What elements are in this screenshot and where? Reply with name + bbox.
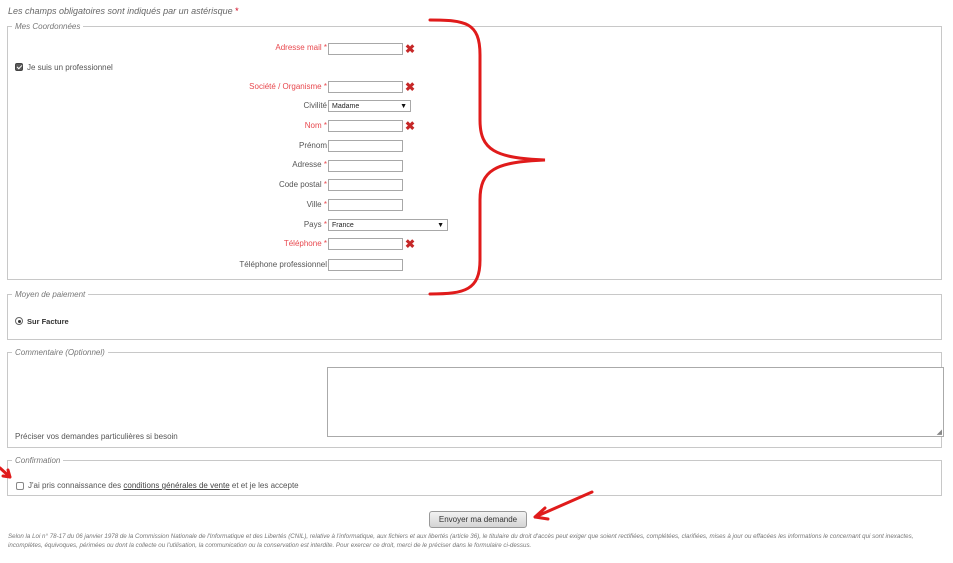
pro-checkbox-label: Je suis un professionnel: [27, 63, 113, 72]
fieldset-confirmation-legend: Confirmation: [15, 456, 61, 465]
company-error-x-mark-icon: ✖: [405, 80, 416, 94]
phone-error-x-mark-icon: ✖: [405, 237, 416, 251]
phone-pro-input[interactable]: [328, 259, 403, 271]
required-note-text: Les champs obligatoires sont indiqués pa…: [8, 6, 233, 16]
fieldset-confirmation: Confirmation: [7, 456, 942, 496]
cnil-legal-notice: Selon la Loi n° 78-17 du 06 janvier 1978…: [8, 533, 914, 549]
lastname-input[interactable]: [328, 120, 403, 132]
chevron-down-icon: ▼: [437, 222, 444, 229]
phone-input[interactable]: [328, 238, 403, 250]
resize-grip-icon[interactable]: ◢: [937, 428, 942, 436]
phone-label: Téléphone *: [283, 239, 327, 248]
email-error-x-mark-icon: ✖: [405, 42, 416, 56]
firstname-input[interactable]: [328, 140, 403, 152]
address-label: Adresse *: [292, 160, 327, 169]
firstname-label: Prénom: [298, 141, 327, 150]
lastname-label: Nom *: [304, 121, 327, 130]
civility-select-value: Madame: [332, 103, 360, 110]
phone-pro-label: Téléphone professionnel: [239, 260, 327, 269]
fieldset-payment: Moyen de paiement Sur Facture: [7, 290, 942, 340]
fieldset-coordinates-legend: Mes Coordonnées: [15, 22, 81, 31]
payment-invoice-radio[interactable]: [15, 317, 23, 325]
required-fields-note: Les champs obligatoires sont indiqués pa…: [8, 6, 239, 16]
pro-checkbox[interactable]: [15, 63, 23, 71]
chevron-down-icon: ▼: [400, 103, 407, 110]
required-note-star: *: [235, 6, 239, 16]
comment-hint: Préciser vos demandes particulières si b…: [15, 432, 178, 441]
comment-textarea[interactable]: ◢: [327, 367, 944, 437]
civility-select[interactable]: Madame ▼: [328, 100, 411, 112]
email-label: Adresse mail *: [275, 43, 327, 52]
city-input[interactable]: [328, 199, 403, 211]
fieldset-comment-legend: Commentaire (Optionnel): [15, 348, 105, 357]
country-select-value: France: [332, 222, 354, 229]
company-input[interactable]: [328, 81, 403, 93]
terms-text: J'ai pris connaissance des conditions gé…: [28, 481, 299, 490]
country-select[interactable]: France ▼: [328, 219, 448, 231]
terms-link[interactable]: conditions générales de vente: [123, 481, 229, 490]
email-input[interactable]: [328, 43, 403, 55]
payment-invoice-label: Sur Facture: [27, 317, 69, 326]
submit-button[interactable]: Envoyer ma demande: [429, 511, 527, 528]
fieldset-payment-legend: Moyen de paiement: [15, 290, 86, 299]
city-label: Ville *: [306, 200, 327, 209]
fieldset-comment: Commentaire (Optionnel) Préciser vos dem…: [7, 348, 944, 448]
zip-input[interactable]: [328, 179, 403, 191]
zip-label: Code postal *: [278, 180, 327, 189]
country-label: Pays *: [303, 220, 327, 229]
fieldset-coordinates: Mes Coordonnées Adresse mail * ✖ Je suis…: [7, 22, 942, 280]
annotation-arrow-button: [533, 490, 594, 521]
civility-label: Civilité: [303, 101, 327, 110]
company-label: Société / Organisme *: [249, 82, 327, 91]
lastname-error-x-mark-icon: ✖: [405, 119, 416, 133]
address-input[interactable]: [328, 160, 403, 172]
terms-checkbox[interactable]: [16, 482, 24, 490]
